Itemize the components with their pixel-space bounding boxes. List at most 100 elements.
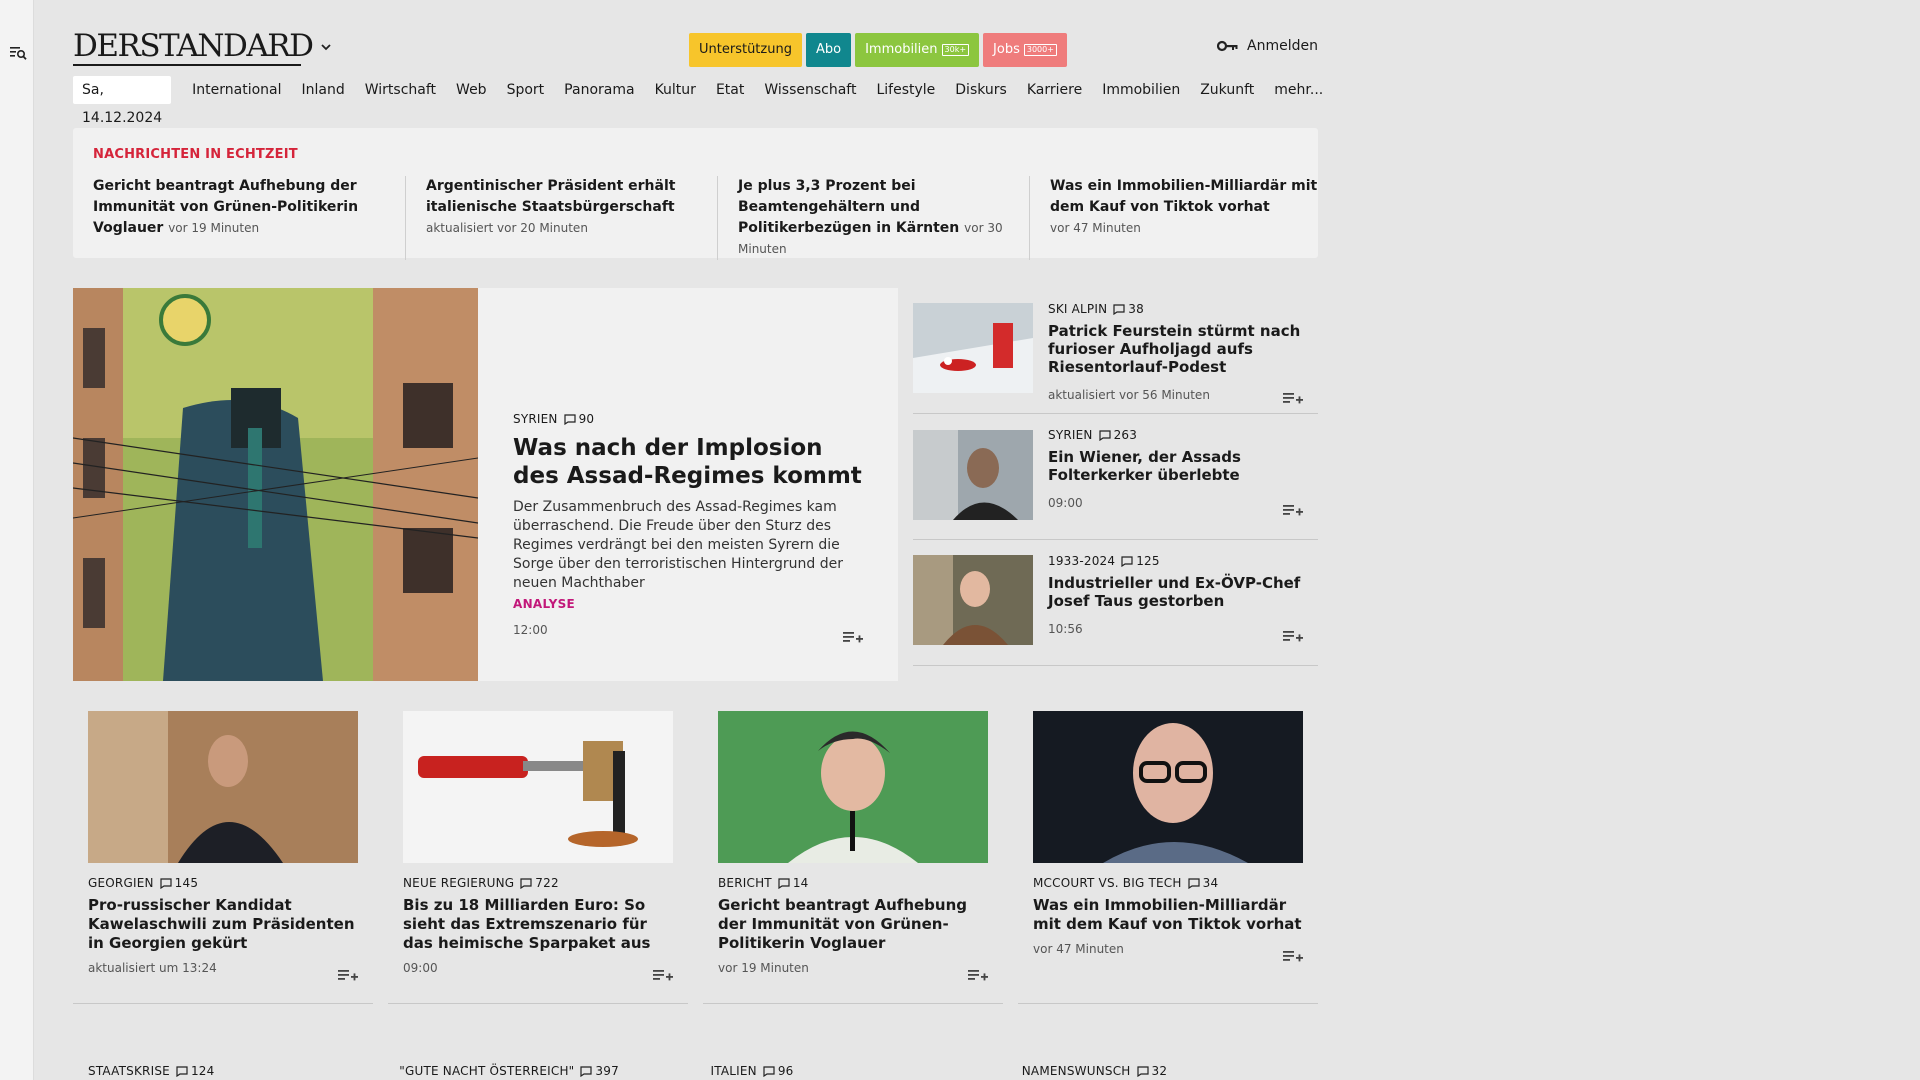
kicker-label: STAATSKRISE [88,1064,170,1078]
article-title[interactable]: Was ein Immobilien-Milliardär mit dem Ka… [1033,896,1305,934]
nav-item-wissenschaft[interactable]: Wissenschaft [754,76,866,104]
add-to-list-icon[interactable] [653,967,673,983]
comment-count[interactable]: 124 [176,1064,215,1078]
add-to-list-icon[interactable] [1283,948,1303,964]
add-to-list-icon[interactable] [1283,390,1303,406]
realtime-item[interactable]: Je plus 3,3 Prozent bei Beamtenge­hälter… [717,176,1029,260]
realtime-item[interactable]: Was ein Immobilien-Milliardär mit dem Ka… [1029,176,1341,260]
article-title[interactable]: Patrick Feurstein stürmt nach furioser A… [1048,322,1308,376]
nav-item-inland[interactable]: Inland [292,76,355,104]
comment-count[interactable]: 90 [563,412,595,426]
pill-abo[interactable]: Abo [805,33,852,67]
comment-count-value: 32 [1151,1064,1168,1078]
nav-item-international[interactable]: International [182,76,291,104]
pill-badge: 30k+ [941,44,970,56]
article-time: vor 19 Minuten [718,961,809,975]
comment-count-value: 145 [174,876,199,890]
article-kicker: NAMENSWUNSCH 32 [1022,1064,1333,1078]
nav-item-sport[interactable]: Sport [497,76,555,104]
side-article[interactable]: 1933-2024 125 Industrieller und Ex-ÖVP-C… [913,540,1318,666]
comment-icon [778,877,790,889]
add-to-list-icon[interactable] [1283,502,1303,518]
article-title[interactable]: Gericht beantragt Aufhebung der Immunitä… [718,896,990,953]
article-title[interactable]: Ein Wiener, der Assads Folterkerker über… [1048,448,1308,484]
nav-item-panorama[interactable]: Panorama [554,76,644,104]
realtime-item-title: Argentinischer Präsident erhält italie­n… [426,178,676,215]
nav-item-kultur[interactable]: Kultur [645,76,706,104]
comment-icon [763,1065,775,1077]
article-thumbnail [718,711,988,863]
article-card[interactable]: BERICHT 14 Gericht beantragt Aufhebung d… [703,711,1003,1004]
nav-item-karriere[interactable]: Karriere [1017,76,1092,104]
comment-count[interactable]: 96 [763,1064,794,1078]
realtime-title: NACHRICHTEN IN ECHTZEIT [93,147,298,162]
search-menu-icon[interactable] [9,44,27,62]
comment-count[interactable]: 32 [1136,1064,1168,1078]
add-to-list-icon[interactable] [1283,628,1303,644]
article-kicker: NEUE REGIERUNG 722 [403,876,675,890]
comment-count[interactable]: 14 [778,876,809,890]
comment-count-value: 34 [1202,876,1219,890]
comment-count[interactable]: 145 [160,876,199,890]
left-sidebar [0,0,34,1080]
nav-item-diskurs[interactable]: Diskurs [945,76,1017,104]
comment-count[interactable]: 34 [1188,876,1219,890]
article-time: 12:00 [513,623,548,637]
add-to-list-icon[interactable] [338,967,358,983]
add-to-list-icon[interactable] [843,629,863,645]
nav-item-more[interactable]: mehr... [1264,76,1333,104]
nav-item-lifestyle[interactable]: Lifestyle [866,76,945,104]
article-title[interactable]: Bis zu 18 Milliarden Euro: So sieht das … [403,896,675,953]
side-article[interactable]: SYRIEN 263 Ein Wiener, der Assads Folter… [913,414,1318,540]
pill-label: Abo [815,42,842,57]
site-logo[interactable]: DERSTANDARD [73,28,314,64]
key-icon [1217,40,1238,52]
nav-item-wirtschaft[interactable]: Wirtschaft [355,76,446,104]
nav-item-zukunft[interactable]: Zukunft [1190,76,1264,104]
comment-count[interactable]: 125 [1121,554,1160,568]
comment-count-value: 397 [595,1064,619,1078]
comment-icon [176,1065,188,1077]
comment-icon [160,877,172,889]
pill-immobilien[interactable]: Immobilien 30k+ [855,33,980,67]
nav-item-web[interactable]: Web [446,76,497,104]
comment-count-value: 38 [1128,302,1144,316]
comment-count[interactable]: 722 [520,876,559,890]
article-label: ANALYSE [513,597,576,611]
article-card[interactable]: MCCOURT VS. BIG TECH 34 Was ein Immobili… [1018,711,1318,1004]
article-title[interactable]: Industrieller und Ex-ÖVP-Chef Josef Taus… [1048,574,1308,610]
comment-count[interactable]: 263 [1098,428,1138,442]
article-thumbnail [913,303,1033,393]
kicker-label: NEUE REGIERUNG [403,876,515,890]
article-card[interactable]: GEORGIEN 145 Pro-russischer Kandidat Kaw… [73,711,373,1004]
comment-count-value: 263 [1113,428,1138,442]
realtime-item-time: vor 47 Minuten [1050,221,1141,235]
kicker-label: 1933-2024 [1048,554,1116,568]
comment-count[interactable]: 38 [1113,302,1144,316]
current-date: Sa, 14.12.2024 [73,76,172,126]
article-title[interactable]: Pro-russischer Kandidat Kawelaschwili zu… [88,896,360,953]
pill-support[interactable]: Unterstützung [689,33,802,67]
pill-jobs[interactable]: Jobs 3000+ [983,33,1067,67]
main-nav: Sa, 14.12.2024 International Inland Wirt… [73,76,1333,126]
hero-teaser: Der Zusammenbruch des Assad-Regimes kam … [513,499,843,591]
realtime-item[interactable]: Argentinischer Präsident erhält italie­n… [405,176,717,260]
add-to-list-icon[interactable] [968,967,988,983]
nav-item-immobilien[interactable]: Immobilien [1092,76,1190,104]
comment-count[interactable]: 397 [580,1064,619,1078]
comment-icon [1188,877,1200,889]
login-button[interactable]: Anmelden [1217,38,1318,54]
hero-title[interactable]: Was nach der Implosion des Assad-Regimes… [513,434,873,490]
realtime-item-title: Je plus 3,3 Prozent bei Beamtenge­hälter… [738,178,960,236]
kicker-label: NAMENSWUNSCH [1021,1064,1131,1078]
login-label: Anmelden [1247,38,1318,54]
chevron-down-icon[interactable] [320,42,332,52]
article-time: 09:00 [403,961,438,975]
kicker-label: GEORGIEN [88,876,154,890]
article-thumbnail [913,430,1033,520]
nav-item-etat[interactable]: Etat [706,76,754,104]
realtime-item[interactable]: Gericht beantragt Aufhebung der Im­munit… [93,176,405,260]
hero-article[interactable]: SYRIEN 90 Was nach der Implosion des Ass… [73,288,898,681]
side-article[interactable]: SKI ALPIN 38 Patrick Feurstein stürmt na… [913,288,1318,414]
article-card[interactable]: NEUE REGIERUNG 722 Bis zu 18 Milliarden … [388,711,688,1004]
